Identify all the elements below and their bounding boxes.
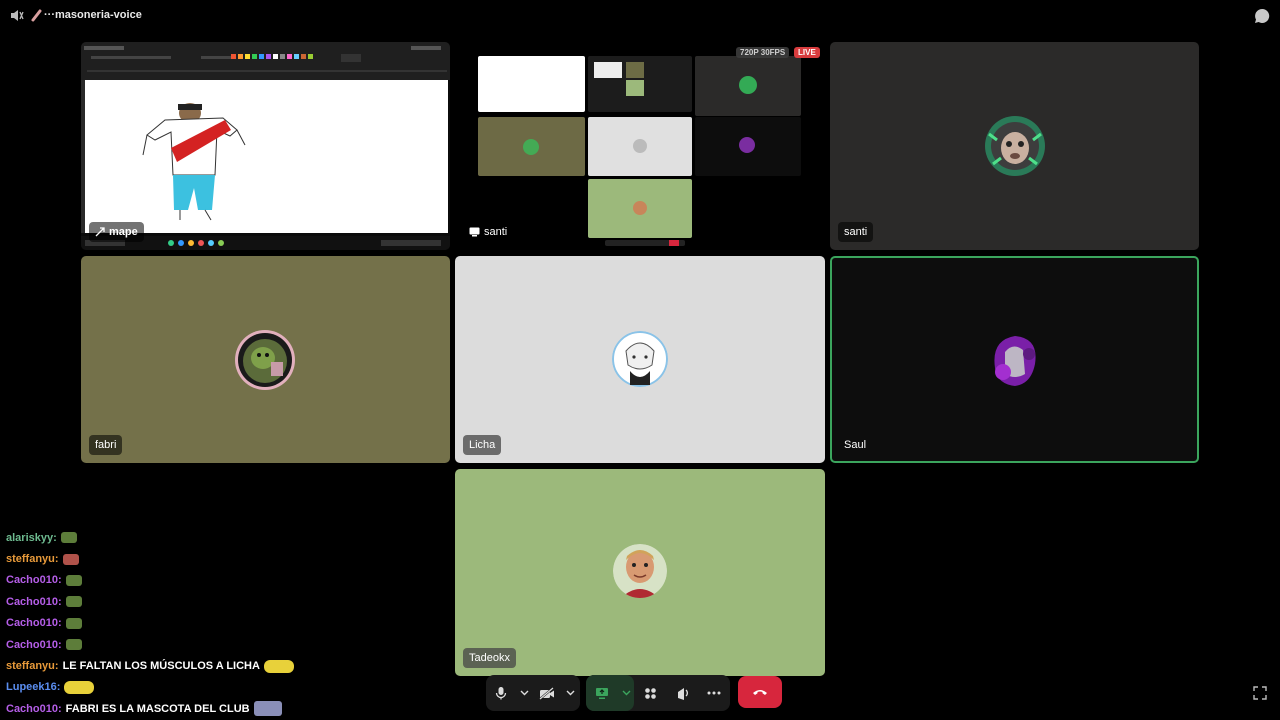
participant-label: Licha <box>463 435 502 455</box>
chat-message: steffanyu: LE FALTAN LOS MÚSCULOS A LICH… <box>6 655 306 676</box>
chat-username: Cacho010: <box>6 702 62 715</box>
speaker-icon[interactable] <box>10 9 24 22</box>
paint-toolbar <box>81 42 450 80</box>
chat-message: Lupeek16: <box>6 677 306 698</box>
participant-name: fabri <box>95 439 117 451</box>
soundboard-icon <box>678 688 688 700</box>
chat-username: Lupeek16: <box>6 681 61 694</box>
quality-badge: 720P 30FPS <box>736 47 790 58</box>
chat-overlay: alariskyy: steffanyu: Cacho010: Cacho010… <box>6 527 306 720</box>
participant-tile-santi[interactable]: santi <box>830 42 1199 250</box>
audio-video-controls <box>486 675 580 711</box>
chat-text: LE FALTAN LOS MÚSCULOS A LICHA <box>62 660 260 673</box>
avatar <box>612 331 668 387</box>
chat-username: Cacho010: <box>6 595 62 608</box>
avatar <box>985 116 1045 176</box>
screen-share-button[interactable] <box>586 675 618 711</box>
fullscreen-icon[interactable] <box>1253 686 1267 700</box>
chat-message: Cacho010: <box>6 591 306 612</box>
chat-message: alariskyy: <box>6 527 306 548</box>
chat-icon[interactable] <box>1254 8 1270 24</box>
stream-preview-thumb <box>478 117 585 176</box>
stream-tile-mape[interactable]: mape <box>81 42 450 250</box>
paint-canvas <box>85 80 448 233</box>
participant-name: Tadeokx <box>469 652 510 664</box>
channel-title: ···masoneria-voice <box>44 9 142 21</box>
avatar <box>235 330 295 390</box>
participant-label: mape <box>89 222 144 242</box>
participant-name: Saul <box>844 439 867 451</box>
participant-name: santi <box>484 226 508 238</box>
chat-message: steffanyu: <box>6 548 306 569</box>
emote-icon <box>65 617 82 629</box>
mic-options-button[interactable] <box>516 675 532 711</box>
microphone-icon <box>495 687 507 700</box>
leave-call-icon <box>753 690 767 695</box>
more-icon <box>707 691 721 695</box>
participant-tile-fabri[interactable]: fabri <box>81 256 450 463</box>
emote-icon <box>62 553 79 565</box>
participant-tile-licha[interactable]: Licha <box>455 256 825 463</box>
participant-name: mape <box>109 226 138 238</box>
activities-button[interactable] <box>634 675 666 711</box>
stream-tile-santi[interactable]: 720P 30FPS LIVE santi <box>455 42 825 250</box>
stream-preview-thumb <box>695 56 801 116</box>
stream-preview-thumb <box>478 56 585 112</box>
chat-username: Cacho010: <box>6 617 62 630</box>
soundboard-button[interactable] <box>666 675 698 711</box>
participant-label: santi <box>463 222 513 242</box>
stream-preview-toolbar <box>605 240 685 246</box>
participant-label: santi <box>838 222 874 242</box>
chevron-down-icon <box>622 690 630 696</box>
channel-icon <box>31 9 42 22</box>
participant-label: Tadeokx <box>463 648 516 668</box>
camera-off-icon <box>539 686 554 700</box>
participant-tile-saul[interactable]: Saul <box>830 256 1199 463</box>
stream-preview-thumb <box>588 56 692 112</box>
chat-message: Cacho010: <box>6 613 306 634</box>
chat-username: steffanyu: <box>6 660 59 673</box>
more-options-button[interactable] <box>698 675 730 711</box>
participant-label: Saul <box>838 435 872 455</box>
screen-share-icon <box>95 227 105 237</box>
participant-name: santi <box>844 226 868 238</box>
emote-icon <box>65 596 82 608</box>
chat-message: Cacho010: <box>6 570 306 591</box>
emote-icon <box>65 639 82 651</box>
camera-options-button[interactable] <box>562 675 578 711</box>
emote-icon <box>60 532 77 544</box>
chevron-down-icon <box>566 690 574 696</box>
chat-message: Cacho010: FABRI ES LA MASCOTA DEL CLUB <box>6 698 306 719</box>
chat-username: Cacho010: <box>6 574 62 587</box>
screen-share-options-button[interactable] <box>618 675 634 711</box>
chevron-down-icon <box>520 690 528 696</box>
stream-preview-thumb <box>588 117 692 176</box>
participant-name: Licha <box>469 439 496 451</box>
screen-share-icon <box>469 227 480 237</box>
drawing-figure <box>142 103 246 221</box>
emote-icon <box>64 680 95 694</box>
chat-username: steffanyu: <box>6 553 59 566</box>
chat-text: FABRI ES LA MASCOTA DEL CLUB <box>65 702 250 715</box>
avatar <box>994 336 1036 386</box>
avatar <box>613 544 667 598</box>
emote-icon <box>65 574 82 586</box>
activities-icon <box>644 687 656 699</box>
chat-username: alariskyy: <box>6 531 57 544</box>
screen-share-icon <box>596 687 608 699</box>
camera-button[interactable] <box>532 675 562 711</box>
participant-label: fabri <box>89 435 123 455</box>
leave-call-button[interactable] <box>738 676 782 708</box>
stream-preview-thumb <box>695 117 801 176</box>
emote-icon <box>263 659 294 673</box>
live-badge: LIVE <box>794 47 820 58</box>
emote-icon <box>253 701 282 717</box>
chat-username: Cacho010: <box>6 638 62 651</box>
mute-button[interactable] <box>486 675 516 711</box>
activity-controls <box>586 675 730 711</box>
participant-tile-tadeokx[interactable]: Tadeokx <box>455 469 825 676</box>
top-bar: ···masoneria-voice <box>0 0 1280 32</box>
stream-preview-thumb <box>588 179 692 238</box>
chat-message: Cacho010: <box>6 634 306 655</box>
